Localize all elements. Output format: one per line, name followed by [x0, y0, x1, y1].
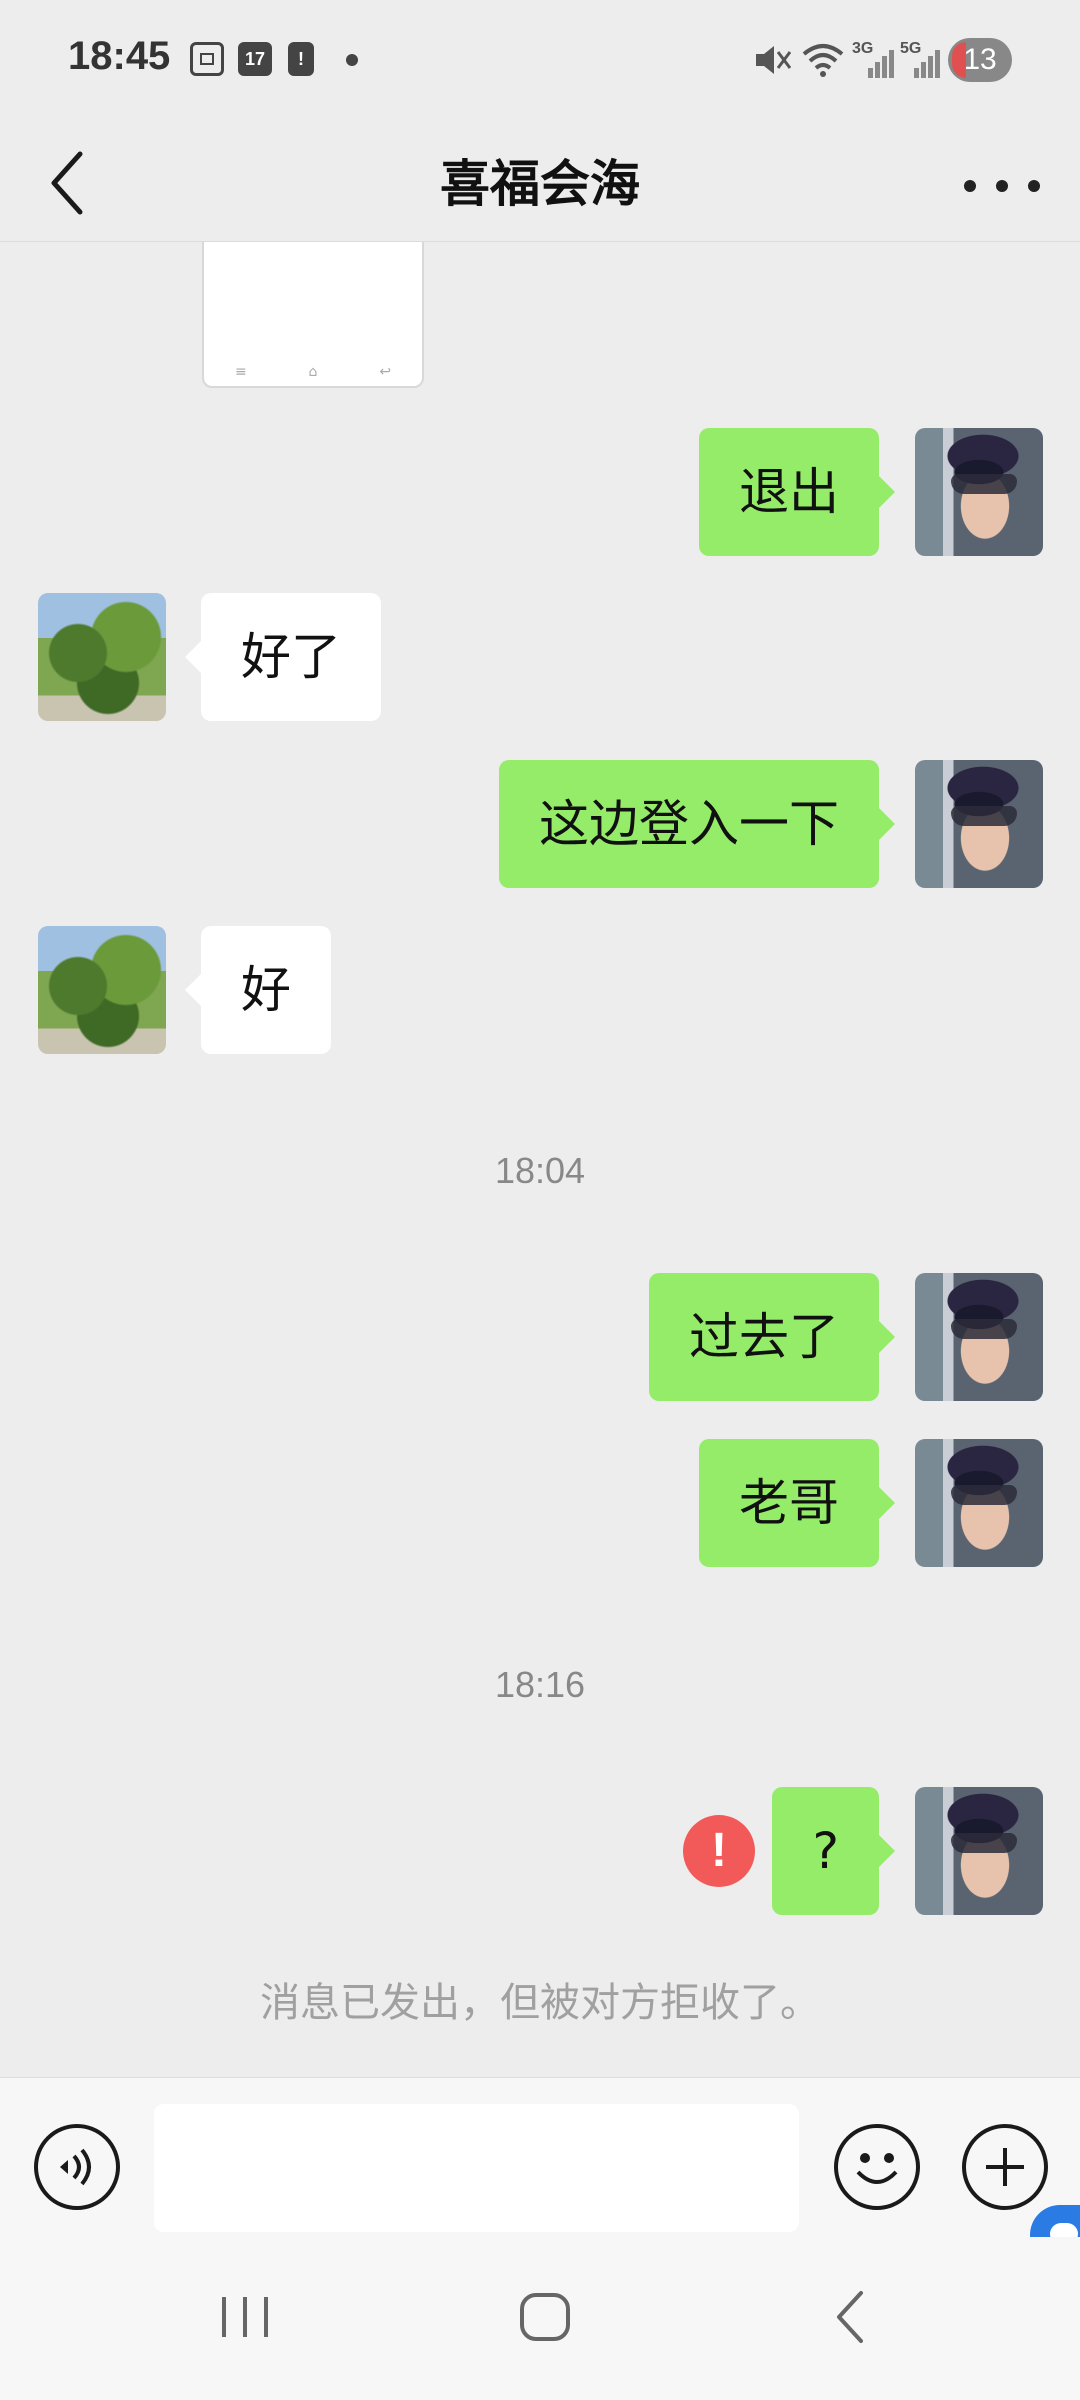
system-nav-bar — [0, 2237, 1080, 2400]
message-input[interactable] — [154, 2104, 799, 2232]
my-avatar[interactable] — [915, 1439, 1043, 1567]
timestamp: 18:16 — [494, 1664, 586, 1705]
message-bubble-sent[interactable]: ? — [772, 1787, 895, 1915]
input-bar — [0, 2077, 1080, 2237]
plus-button[interactable] — [962, 2124, 1048, 2210]
contact-avatar[interactable] — [38, 593, 166, 721]
signal-5g-icon — [908, 44, 942, 78]
recent-apps-button[interactable] — [200, 2277, 290, 2357]
nav-back-button[interactable] — [805, 2277, 895, 2357]
mute-icon — [756, 46, 792, 74]
dot-icon — [346, 54, 358, 66]
signal-3g-icon — [862, 44, 896, 78]
message-bubble-sent[interactable]: 老哥 — [699, 1439, 895, 1567]
image-message[interactable]: ≡ ⌂ ↩ — [202, 242, 424, 388]
more-button[interactable] — [962, 154, 1042, 214]
voice-icon — [60, 2148, 91, 2186]
message-bubble-sent[interactable]: 过去了 — [649, 1273, 895, 1401]
wifi-icon — [802, 44, 844, 77]
back-icon — [837, 2291, 863, 2343]
calendar-icon: 17 — [238, 42, 272, 76]
message-bubble-sent[interactable]: 退出 — [699, 428, 895, 556]
emoji-button[interactable] — [834, 2124, 920, 2210]
chat-header: 喜福会海 — [0, 118, 1080, 242]
status-time: 18:45 — [68, 34, 171, 78]
home-button[interactable] — [500, 2277, 590, 2357]
screenshot-icon — [190, 42, 224, 76]
send-failed-icon[interactable]: ! — [683, 1815, 755, 1887]
my-avatar[interactable] — [915, 428, 1043, 556]
my-avatar[interactable] — [915, 760, 1043, 888]
recent-apps-icon — [222, 2297, 268, 2337]
more-dots-icon — [964, 180, 976, 192]
my-avatar[interactable] — [915, 1273, 1043, 1401]
contact-avatar[interactable] — [38, 926, 166, 1054]
system-notice: 消息已发出，但被对方拒收了。 — [260, 1980, 820, 2026]
voice-button[interactable] — [34, 2124, 120, 2210]
emoji-icon — [856, 2153, 898, 2184]
home-icon — [520, 2293, 570, 2341]
message-bubble-received[interactable]: 好了 — [185, 593, 381, 721]
message-list[interactable]: ≡ ⌂ ↩ 退出 好了 这边登入一下 好 18:04 过去了 老哥 18:16 ! … — [0, 242, 1080, 2077]
my-avatar[interactable] — [915, 1787, 1043, 1915]
battery-alert-icon: ! — [288, 42, 314, 76]
message-bubble-received[interactable]: 好 — [185, 926, 331, 1054]
notification-count-badge: 13 — [948, 38, 1012, 82]
message-bubble-sent[interactable]: 这边登入一下 — [499, 760, 895, 888]
plus-icon — [986, 2148, 1024, 2186]
chat-title: 喜福会海 — [440, 155, 640, 213]
timestamp: 18:04 — [494, 1150, 586, 1191]
status-bar: 18:45 17 ! 3G 5G 13 — [0, 0, 1080, 118]
